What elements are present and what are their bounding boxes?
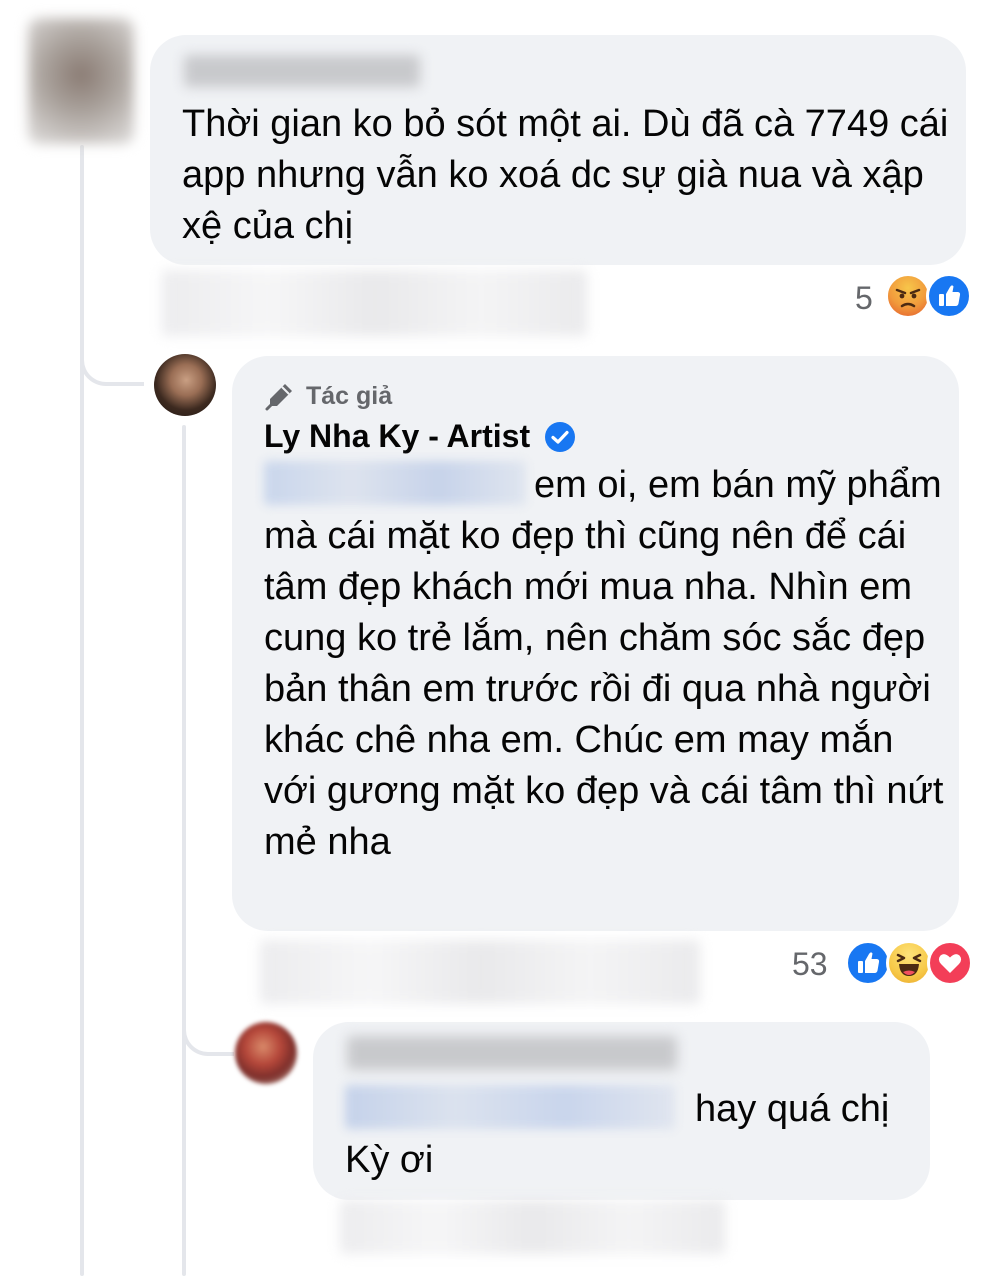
haha-icon[interactable] <box>886 940 932 986</box>
reply-text-line2: Kỳ ơi <box>345 1139 434 1181</box>
commenter-name-blurred[interactable] <box>184 55 420 87</box>
reply-text: hay quá chị Kỳ ơi <box>345 1084 915 1186</box>
comment-text: Thời gian ko bỏ sót một ai. Dù đã cà 774… <box>182 103 949 247</box>
mention-blurred[interactable] <box>264 461 526 505</box>
reply-text: em oi, em bán mỹ phẩm mà cái mặt ko đẹp … <box>264 460 944 868</box>
avatar[interactable] <box>28 18 134 144</box>
comment-actions-blurred[interactable] <box>162 270 587 336</box>
reply-bubble: hay quá chị Kỳ ơi <box>313 1022 930 1200</box>
angry-icon[interactable] <box>885 273 931 319</box>
thread-line-reply <box>182 425 186 1276</box>
like-icon[interactable] <box>845 940 891 986</box>
reply-actions-blurred[interactable] <box>340 1200 725 1254</box>
avatar[interactable] <box>235 1022 297 1084</box>
commenter-name-blurred[interactable] <box>347 1036 677 1070</box>
author-avatar[interactable] <box>154 354 216 416</box>
author-name-label[interactable]: Ly Nha Ky - Artist <box>264 418 530 455</box>
love-icon[interactable] <box>927 940 973 986</box>
author-name[interactable]: Ly Nha Ky - Artist <box>264 418 576 455</box>
reply-bubble: Tác giả Ly Nha Ky - Artist em oi, em bán… <box>232 356 959 931</box>
thread-curve-reply-1 <box>80 300 144 386</box>
reply-text-content: em oi, em bán mỹ phẩm mà cái mặt ko đẹp … <box>264 464 944 863</box>
reply-text-line1: hay quá chị <box>695 1088 890 1130</box>
reaction-count[interactable]: 5 <box>855 280 873 317</box>
like-icon[interactable] <box>926 273 972 319</box>
mention-blurred[interactable] <box>345 1085 675 1129</box>
pen-icon <box>265 384 292 411</box>
comment-bubble: Thời gian ko bỏ sót một ai. Dù đã cà 774… <box>150 35 966 265</box>
verified-badge-icon <box>545 421 576 452</box>
thread-curve-reply-2 <box>182 990 234 1056</box>
reply-actions-blurred[interactable] <box>260 940 700 1004</box>
reaction-count[interactable]: 53 <box>792 946 828 983</box>
author-badge: Tác giả <box>264 380 392 412</box>
author-badge-label: Tác giả <box>306 381 393 410</box>
